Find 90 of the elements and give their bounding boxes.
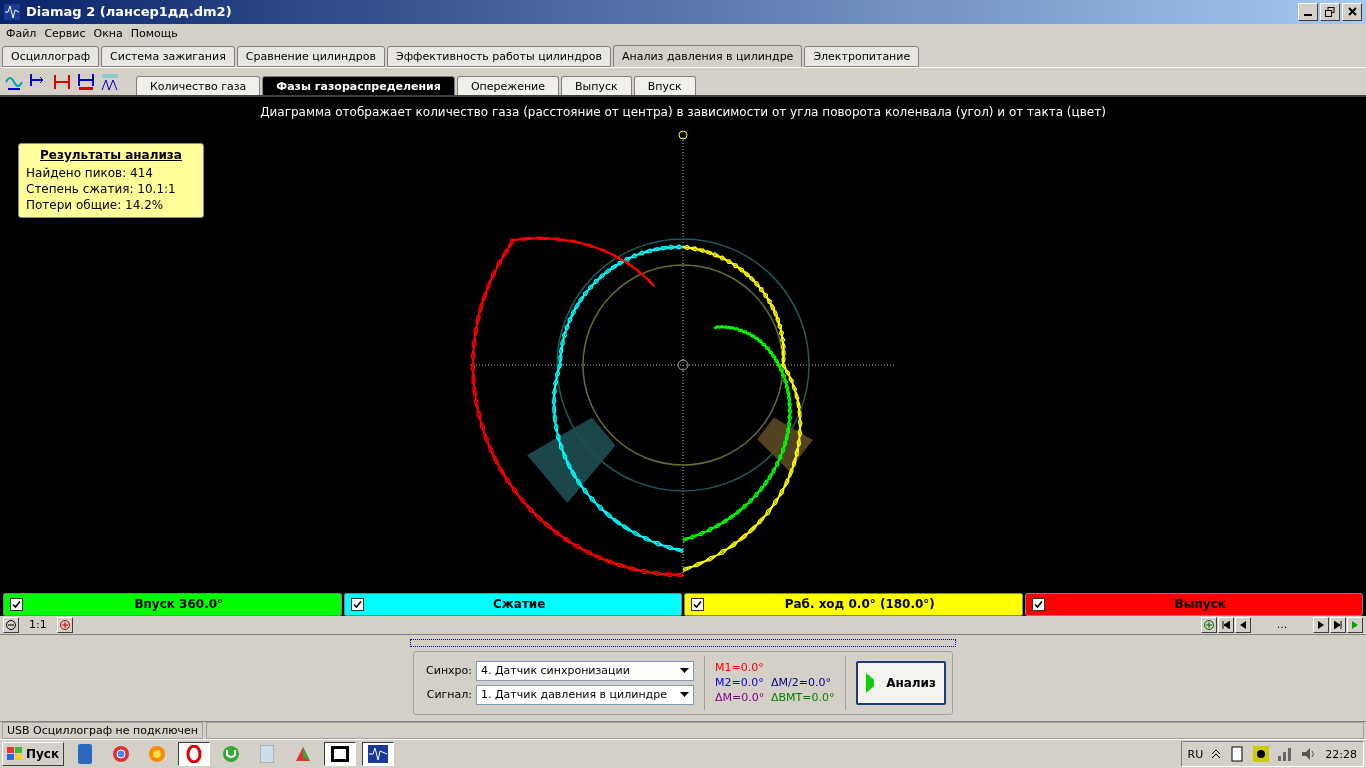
legend-label: Сжатие bbox=[492, 597, 547, 612]
start-button[interactable]: Пуск bbox=[2, 742, 65, 767]
zoom-in-button[interactable] bbox=[56, 616, 73, 633]
network-icon[interactable] bbox=[1277, 746, 1294, 763]
restore-icon bbox=[1325, 6, 1335, 17]
add-button[interactable] bbox=[1201, 616, 1217, 633]
play-button[interactable] bbox=[1347, 616, 1363, 633]
field-label: Синхро: bbox=[425, 664, 472, 678]
tab[interactable]: Впуск bbox=[633, 76, 696, 96]
play-icon bbox=[1351, 620, 1359, 629]
menu-item[interactable]: Сервис bbox=[44, 27, 86, 41]
zoom-out-button[interactable] bbox=[3, 616, 19, 633]
tab[interactable]: Выпуск bbox=[561, 76, 632, 96]
windows-logo-icon bbox=[7, 747, 23, 762]
last-button[interactable] bbox=[1330, 616, 1346, 633]
close-icon bbox=[1347, 7, 1357, 17]
plus-icon bbox=[1204, 619, 1214, 630]
legend-label: Впуск 360.0° bbox=[133, 597, 225, 612]
stroke-legend-item[interactable]: Выпуск bbox=[1024, 593, 1363, 616]
status-text: USB Осциллограф не подключен bbox=[2, 721, 203, 740]
tab[interactable]: Сравнение цилиндров bbox=[236, 46, 386, 68]
stroke-legend-item[interactable]: Сжатие bbox=[343, 593, 682, 616]
taskbar-app-icon[interactable] bbox=[362, 742, 395, 767]
app-icon bbox=[4, 3, 20, 20]
tab[interactable]: Анализ давления в цилиндре bbox=[612, 45, 803, 68]
check-icon bbox=[1033, 600, 1043, 609]
auto-marker-tool-icon[interactable] bbox=[76, 72, 96, 93]
results-title: Результаты анализа bbox=[39, 148, 183, 163]
results-line: Степень сжатия: 10.1:1 bbox=[26, 181, 177, 198]
check-icon bbox=[352, 600, 362, 609]
tab[interactable]: Фазы газораспределения bbox=[262, 76, 455, 96]
play-icon bbox=[866, 672, 875, 693]
splitter-handle[interactable] bbox=[410, 638, 956, 647]
check-icon bbox=[12, 600, 21, 609]
menu-item[interactable]: Файл bbox=[6, 27, 37, 41]
tab[interactable]: Опережение bbox=[456, 76, 560, 96]
caret-icon bbox=[680, 692, 689, 698]
tab[interactable]: Количество газа bbox=[136, 76, 261, 96]
tab[interactable]: Осциллограф bbox=[2, 46, 100, 68]
diagram-caption: Диаграмма отображает количество газа (расстояние от центра) в зависимости от угла поворота коленвала (угол) и от такта (цвет) bbox=[259, 105, 1107, 120]
device-icon[interactable] bbox=[1229, 746, 1246, 763]
next-icon bbox=[1317, 620, 1325, 629]
marker-reading: ΔBMT=0.0° bbox=[771, 691, 835, 705]
window-title: Diamag 2 (лансер1дд.dm2) bbox=[26, 4, 232, 20]
first-button[interactable] bbox=[1218, 616, 1234, 633]
skip-back-icon bbox=[1222, 620, 1230, 629]
marker-reading: ΔM/2=0.0° bbox=[771, 676, 832, 690]
checkbox[interactable] bbox=[10, 598, 23, 611]
legend-label: Раб. ход 0.0° (180.0°) bbox=[783, 597, 936, 612]
tray-app-icon[interactable] bbox=[1253, 746, 1270, 763]
marker-reading: M2=0.0° bbox=[715, 676, 765, 690]
peaks-tool-icon[interactable] bbox=[100, 72, 120, 93]
legend-label: Выпуск bbox=[1173, 597, 1227, 612]
checkbox[interactable] bbox=[1031, 598, 1045, 611]
check-icon bbox=[693, 600, 702, 609]
minimize-icon bbox=[1304, 13, 1312, 16]
position-indicator: ... bbox=[1275, 618, 1289, 632]
tab[interactable]: Система зажигания bbox=[101, 46, 235, 68]
clock: 22:28 bbox=[1325, 747, 1357, 761]
taskbar-app-icon[interactable] bbox=[324, 742, 357, 767]
restore-button[interactable] bbox=[1320, 2, 1340, 21]
zoom-out-icon bbox=[6, 619, 16, 630]
dropdown[interactable]: 4. Датчик синхронизации bbox=[476, 660, 694, 681]
marker-reading: ΔM=0.0° bbox=[715, 691, 766, 705]
minimize-button[interactable] bbox=[1298, 2, 1318, 21]
checkbox[interactable] bbox=[691, 598, 704, 611]
zoom-in-icon bbox=[59, 619, 70, 630]
dropdown[interactable]: 1. Датчик давления в цилиндре bbox=[476, 684, 694, 705]
analyze-button[interactable]: Анализ bbox=[856, 660, 946, 705]
previous-button[interactable] bbox=[1235, 616, 1251, 633]
stroke-legend-item[interactable]: Впуск 360.0° bbox=[3, 593, 342, 616]
menu-item[interactable]: Окна bbox=[93, 27, 123, 41]
checkbox[interactable] bbox=[350, 598, 364, 611]
stroke-legend-item[interactable]: Раб. ход 0.0° (180.0°) bbox=[684, 593, 1023, 616]
tab[interactable]: Электропитание bbox=[804, 46, 920, 68]
zoom-scale: 1:1 bbox=[28, 618, 48, 632]
language-indicator[interactable]: RU bbox=[1187, 747, 1204, 761]
field-label: Сигнал: bbox=[425, 688, 472, 702]
tab[interactable]: Эффективность работы цилиндров bbox=[387, 46, 611, 68]
results-line: Найдено пиков: 414 bbox=[26, 165, 154, 182]
previous-icon bbox=[1239, 620, 1247, 629]
taskbar-app-icon[interactable] bbox=[178, 742, 211, 767]
marker-reading: M1=0.0° bbox=[715, 661, 765, 675]
next-button[interactable] bbox=[1313, 616, 1329, 633]
results-line: Потери общие: 14.2% bbox=[26, 197, 165, 214]
skip-forward-icon bbox=[1334, 620, 1342, 629]
menu-item[interactable]: Помощь bbox=[130, 27, 178, 41]
close-button[interactable] bbox=[1342, 2, 1362, 21]
caret-icon bbox=[680, 668, 689, 674]
chevron-up-icon[interactable] bbox=[1211, 749, 1222, 760]
